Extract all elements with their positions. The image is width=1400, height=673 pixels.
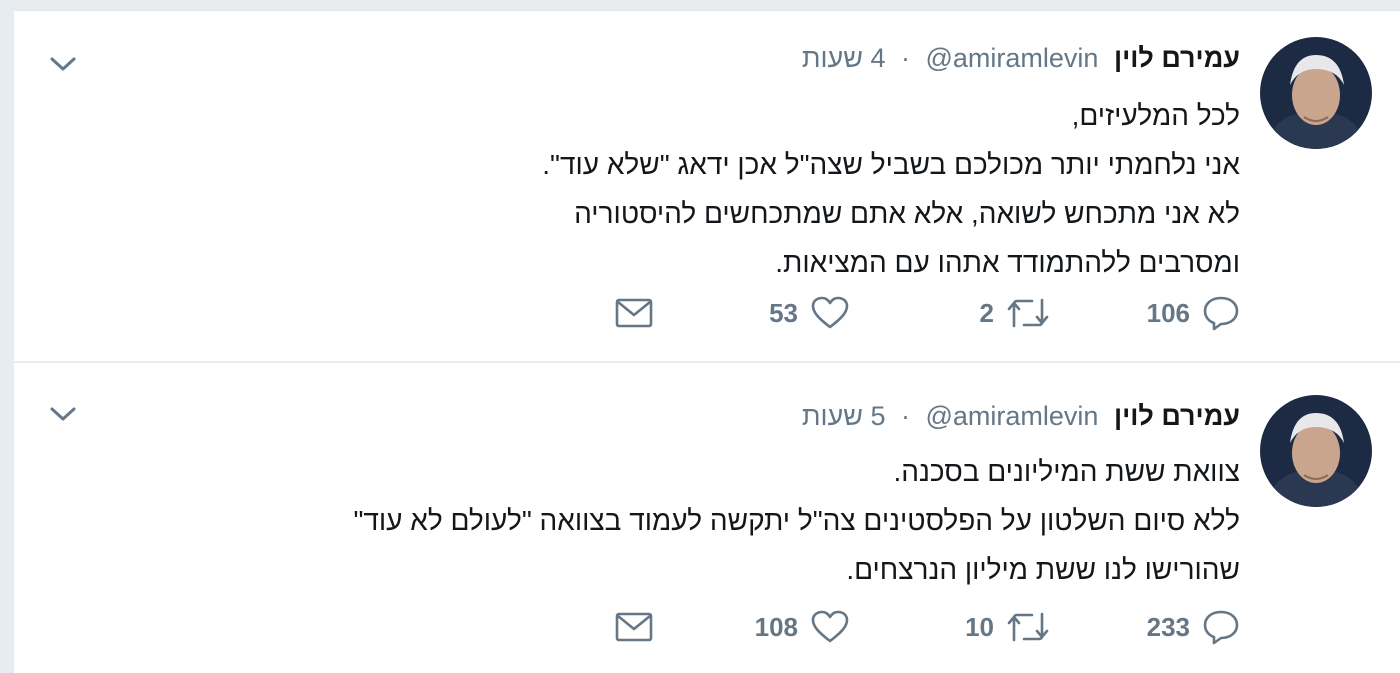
avatar[interactable] (1260, 395, 1372, 507)
tweet-line: אני נלחמתי יותר מכולכם בשביל שצה"ל אכן י… (542, 149, 1240, 180)
heart-icon (810, 295, 850, 331)
tweet-header: עמירם לוין @amiramlevin · 4 שעות (802, 41, 1240, 75)
chevron-down-icon[interactable] (48, 399, 78, 429)
reply-count: 233 (1146, 611, 1190, 642)
tweet-time[interactable]: 4 שעות (802, 43, 886, 73)
tweet[interactable]: עמירם לוין @amiramlevin · 5 שעות צוואת ש… (14, 361, 1400, 669)
like-button[interactable]: 53 (769, 293, 850, 333)
direct-message-button[interactable] (614, 293, 654, 333)
timeline: עמירם לוין @amiramlevin · 4 שעות לכל המל… (14, 10, 1400, 673)
direct-message-button[interactable] (614, 607, 654, 647)
retweet-count: 10 (965, 611, 994, 642)
author-handle[interactable]: @amiramlevin (926, 43, 1099, 73)
tweet-line: לכל המלעיזים, (1071, 100, 1240, 131)
tweet-actions: 233 10 108 (600, 607, 1240, 647)
tweet-text: צוואת ששת המיליונים בסכנה. ללא סיום השלט… (340, 447, 1240, 594)
envelope-icon (614, 610, 654, 644)
tweet-line: שהורישו לנו ששת מיליון הנרצחים. (846, 554, 1240, 585)
reply-button[interactable]: 106 (1147, 293, 1240, 333)
tweet[interactable]: עמירם לוין @amiramlevin · 4 שעות לכל המל… (14, 11, 1400, 356)
tweet-line: צוואת ששת המיליונים בסכנה. (893, 456, 1241, 487)
tweet-text: לכל המלעיזים, אני נלחמתי יותר מכולכם בשב… (340, 91, 1240, 287)
tweet-line: ומסרבים ללהתמודד אתהו עם המציאות. (775, 247, 1240, 278)
reply-icon (1202, 609, 1240, 645)
tweet-actions: 106 2 53 (600, 293, 1240, 333)
retweet-button[interactable]: 2 (980, 293, 1050, 333)
retweet-icon (1006, 610, 1050, 644)
tweet-time[interactable]: 5 שעות (802, 401, 886, 431)
author-name[interactable]: עמירם לוין (1114, 43, 1240, 73)
separator-dot: · (900, 43, 910, 73)
reply-icon (1202, 295, 1240, 331)
tweet-header: עמירם לוין @amiramlevin · 5 שעות (802, 399, 1240, 433)
like-count: 53 (769, 297, 798, 328)
separator-dot: · (900, 401, 910, 431)
chevron-down-icon[interactable] (48, 49, 78, 79)
tweet-line: ללא סיום השלטון על הפלסטינים צה"ל יתקשה … (353, 505, 1240, 536)
author-handle[interactable]: @amiramlevin (926, 401, 1099, 431)
reply-count: 106 (1146, 297, 1190, 328)
avatar[interactable] (1260, 37, 1372, 149)
retweet-icon (1006, 296, 1050, 330)
retweet-button[interactable]: 10 (965, 607, 1050, 647)
author-name[interactable]: עמירם לוין (1114, 401, 1240, 431)
tweet-line: לא אני מתכחש לשואה, אלא אתם שמתכחשים להי… (574, 198, 1240, 229)
envelope-icon (614, 296, 654, 330)
reply-button[interactable]: 233 (1147, 607, 1240, 647)
retweet-count: 2 (979, 297, 994, 328)
heart-icon (810, 609, 850, 645)
like-count: 108 (754, 611, 798, 642)
like-button[interactable]: 108 (755, 607, 850, 647)
